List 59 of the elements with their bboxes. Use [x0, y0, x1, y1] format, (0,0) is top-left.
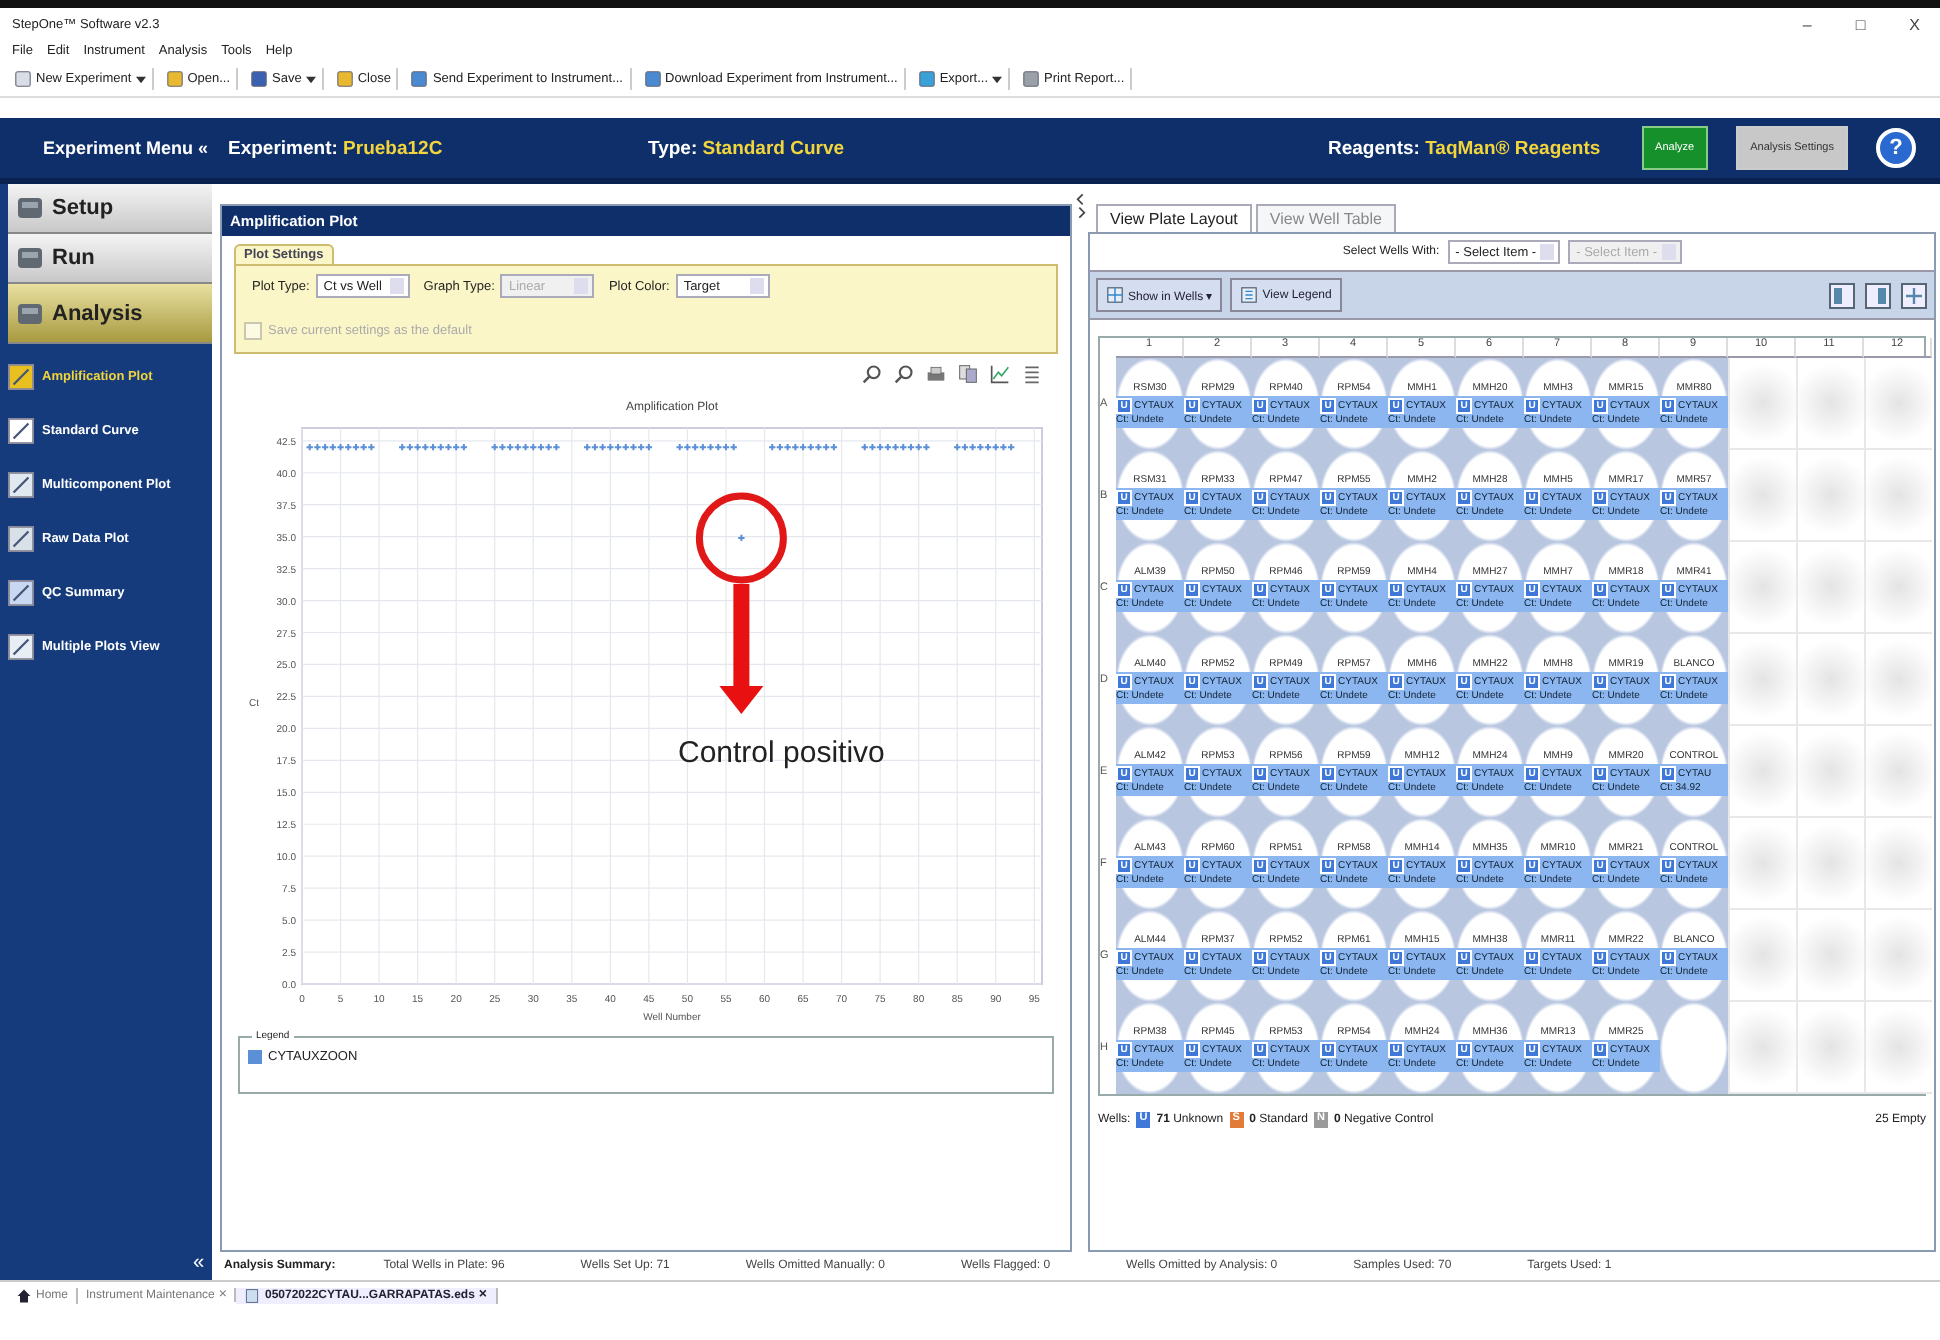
window-control[interactable]: – [1794, 16, 1820, 34]
zoom-in-icon[interactable] [862, 364, 882, 384]
unused-well[interactable] [1864, 634, 1932, 726]
unused-well[interactable] [1864, 358, 1932, 450]
panel-left-icon[interactable] [1828, 281, 1856, 309]
window-control[interactable]: X [1901, 16, 1928, 34]
splitter-arrows-icon[interactable] [1075, 192, 1085, 220]
home-icon [16, 1287, 32, 1303]
callout-label: Control positivo [678, 735, 885, 770]
callout-arrow [719, 583, 764, 714]
line-icon [8, 418, 34, 444]
unused-well[interactable] [1864, 910, 1932, 1002]
instrument-icon [16, 194, 44, 222]
unused-well[interactable] [1728, 542, 1796, 634]
print-icon[interactable] [926, 364, 946, 384]
file-icon [244, 1287, 261, 1303]
nav-tab[interactable]: Run [8, 234, 212, 284]
unused-well[interactable] [1796, 910, 1864, 1002]
grid-icon [1106, 286, 1124, 304]
experiment-reagents: Reagents: TaqMan® Reagents [1328, 137, 1601, 159]
instrument-icon [16, 299, 44, 327]
unused-well[interactable] [1864, 818, 1932, 910]
nav-tab[interactable]: Analysis [8, 284, 212, 344]
crosshair-icon[interactable] [1900, 281, 1928, 309]
nav-tab[interactable]: Setup [8, 184, 212, 234]
panel-right-icon[interactable] [1864, 281, 1892, 309]
experiment-menu-title[interactable]: Experiment Menu « [0, 138, 216, 158]
unused-well[interactable] [1864, 726, 1932, 818]
highlight-circle [695, 492, 787, 584]
unused-well[interactable] [1728, 1002, 1796, 1094]
unused-well[interactable] [1796, 818, 1864, 910]
experiment-name: Experiment: Prueba12C [228, 137, 445, 159]
unused-well[interactable] [1796, 634, 1864, 726]
instrument-icon [16, 244, 44, 272]
unused-well[interactable] [1864, 1002, 1932, 1094]
unused-well[interactable] [1728, 910, 1796, 1002]
chart-icon[interactable] [990, 364, 1010, 384]
data-point [737, 533, 746, 543]
collapse-button[interactable]: « [0, 1252, 212, 1280]
zoom-out-icon[interactable] [894, 364, 914, 384]
unused-well[interactable] [1728, 726, 1796, 818]
window-control[interactable]: □ [1847, 16, 1874, 34]
experiment-type: Type: Standard Curve [648, 137, 847, 159]
help-button[interactable]: ? [1876, 128, 1916, 168]
unused-well[interactable] [1796, 542, 1864, 634]
unused-well[interactable] [1796, 358, 1864, 450]
unused-well[interactable] [1728, 450, 1796, 542]
unused-well[interactable] [1796, 450, 1864, 542]
unused-well[interactable] [1728, 634, 1796, 726]
view-tab[interactable]: View Plate Layout [1096, 204, 1252, 232]
unused-well[interactable] [1728, 358, 1796, 450]
copy-icon[interactable] [958, 364, 978, 384]
unused-well[interactable] [1864, 542, 1932, 634]
unused-well[interactable] [1796, 1002, 1864, 1094]
legend-icon [1240, 286, 1259, 304]
unused-well[interactable] [1864, 450, 1932, 542]
list-icon[interactable] [1022, 364, 1042, 384]
unused-well[interactable] [1728, 818, 1796, 910]
unused-well[interactable] [1796, 726, 1864, 818]
